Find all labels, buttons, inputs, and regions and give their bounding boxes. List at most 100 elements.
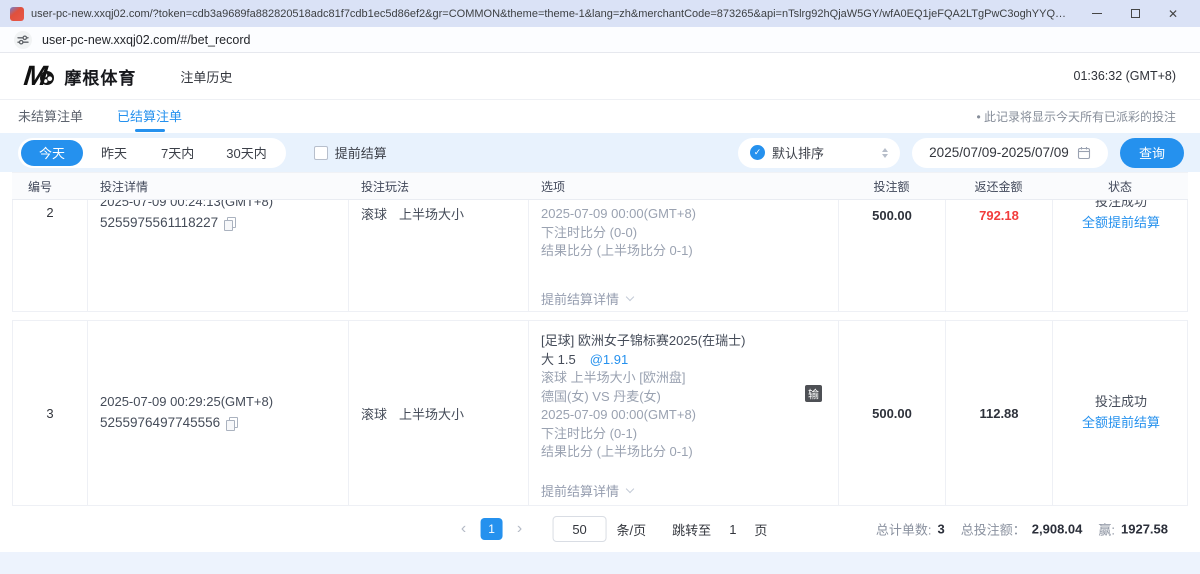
browser-tab[interactable]: user-pc-new.xxqj02.com/?token=cdb3a9689f…	[10, 7, 1078, 21]
sort-arrows-icon	[882, 148, 888, 158]
odds-value: @1.91	[590, 352, 629, 367]
lose-badge: 输	[805, 385, 822, 402]
match-time: 2025-07-09 00:00(GMT+8)	[541, 205, 826, 224]
full-early-settle-link[interactable]: 全额提前结算	[1082, 212, 1160, 234]
per-page-label: 条/页	[617, 520, 647, 539]
option-cell: 2025-07-09 00:00(GMT+8) 下注时比分 (0-0) 结果比分…	[529, 200, 839, 311]
result-score: 结果比分 (上半场比分 0-1)	[541, 443, 826, 462]
record-tabs: 未结算注单 已结算注单 • 此记录将显示今天所有已派彩的投注	[0, 100, 1200, 133]
match-time: 2025-07-09 00:00(GMT+8)	[541, 406, 826, 425]
prev-page-button[interactable]: ‹	[453, 521, 475, 537]
row-number: 3	[13, 321, 88, 505]
col-play: 投注玩法	[348, 178, 528, 195]
bet-id: 5255975561118227	[100, 212, 218, 234]
early-settle-checkbox[interactable]	[314, 146, 328, 160]
sort-select[interactable]: ✓ 默认排序	[738, 138, 900, 168]
col-no: 编号	[12, 178, 87, 195]
app-header: M 摩根体育 注单历史 01:36:32 (GMT+8)	[0, 53, 1200, 100]
copy-icon[interactable]	[226, 417, 237, 430]
pagination-bar: ‹ 1 › 条/页 跳转至 1 页 总计单数: 3 总投注额： 2,908.04…	[0, 506, 1200, 552]
calendar-icon	[1077, 146, 1091, 160]
col-stake: 投注额	[838, 178, 945, 195]
page-label: 页	[754, 520, 767, 539]
url-input[interactable]: user-pc-new.xxqj02.com/#/bet_record	[42, 33, 250, 47]
close-button[interactable]: ✕	[1154, 1, 1192, 26]
brand-name: 摩根体育	[64, 64, 136, 89]
total-stake-label: 总投注额：	[961, 520, 1026, 539]
tab-settled[interactable]: 已结算注单	[117, 100, 182, 134]
filter-yesterday[interactable]: 昨天	[83, 140, 145, 166]
table-row: 3 2025-07-09 00:29:25(GMT+8) 52559764977…	[12, 320, 1188, 506]
early-settle-detail-link[interactable]: 提前结算详情	[541, 481, 826, 500]
bet-record-table: 编号 投注详情 投注玩法 选项 投注额 返还金额 状态 2 2025-07-09…	[12, 172, 1188, 506]
check-circle-icon: ✓	[750, 145, 765, 160]
minimize-icon	[1092, 13, 1102, 14]
total-win-value: 1927.58	[1121, 522, 1168, 537]
query-button[interactable]: 查询	[1120, 138, 1184, 168]
browser-titlebar: user-pc-new.xxqj02.com/?token=cdb3a9689f…	[0, 0, 1200, 27]
col-detail: 投注详情	[87, 178, 348, 195]
play-cell: 滚球上半场大小	[349, 200, 529, 311]
early-settle-filter[interactable]: 提前结算	[314, 143, 387, 162]
status-cell: 投注成功 全额提前结算	[1053, 321, 1189, 505]
stake-amount: 500.00	[839, 321, 946, 505]
minimize-button[interactable]	[1078, 1, 1116, 26]
next-page-button[interactable]: ›	[509, 521, 531, 537]
window-title: user-pc-new.xxqj02.com/?token=cdb3a9689f…	[31, 8, 1071, 20]
nav-bet-history[interactable]: 注单历史	[180, 67, 232, 86]
filter-today[interactable]: 今天	[21, 140, 83, 166]
bet-time: 2025-07-09 00:24:13(GMT+8)	[100, 200, 336, 212]
early-settle-detail-link[interactable]: 提前结算详情	[541, 289, 826, 308]
page-1-button[interactable]: 1	[481, 518, 503, 540]
total-win-label: 赢:	[1098, 520, 1115, 539]
col-option: 选项	[528, 178, 838, 195]
total-count-label: 总计单数:	[876, 520, 932, 539]
bet-time: 2025-07-09 00:29:25(GMT+8)	[100, 394, 273, 409]
status-cell: 投注成功 全额提前结算	[1053, 200, 1189, 311]
status-text: 投注成功	[1095, 394, 1147, 409]
total-stake-value: 2,908.04	[1032, 522, 1083, 537]
col-return: 返还金额	[945, 178, 1052, 195]
bet-id: 5255976497745556	[100, 412, 220, 434]
close-icon: ✕	[1168, 8, 1178, 20]
date-range-picker[interactable]: 2025/07/09-2025/07/09	[912, 138, 1108, 168]
result-score: 结果比分 (上半场比分 0-1)	[541, 242, 826, 261]
date-quick-filter: 今天 昨天 7天内 30天内	[18, 138, 286, 168]
chevron-down-icon	[626, 484, 634, 492]
return-amount: 112.88	[946, 321, 1053, 505]
table-header: 编号 投注详情 投注玩法 选项 投注额 返还金额 状态	[12, 172, 1188, 200]
score-at-bet: 下注时比分 (0-0)	[541, 224, 826, 243]
site-info-button[interactable]	[14, 31, 32, 49]
site-favicon-icon	[10, 7, 24, 21]
totals-summary: 总计单数: 3 总投注额： 2,908.04 赢: 1927.58	[866, 520, 1168, 539]
page-size-input[interactable]	[553, 516, 607, 542]
tune-icon	[17, 34, 29, 46]
pick-line: 大 1.5@1.91	[541, 351, 826, 370]
row-number: 2	[13, 200, 88, 311]
maximize-icon	[1131, 9, 1140, 18]
maximize-button[interactable]	[1116, 1, 1154, 26]
filter-7days[interactable]: 7天内	[145, 140, 210, 166]
table-row: 2 2025-07-09 00:24:13(GMT+8) 52559755611…	[12, 200, 1188, 312]
tab-unsettled[interactable]: 未结算注单	[18, 100, 83, 134]
bet-detail-cell: 2025-07-09 00:29:25(GMT+8) 5255976497745…	[88, 321, 349, 505]
play-cell: 滚球上半场大小	[349, 321, 529, 505]
filter-bar: 今天 昨天 7天内 30天内 提前结算 ✓ 默认排序 2025/07/09-20…	[0, 133, 1200, 172]
jump-to-label: 跳转至	[672, 520, 711, 539]
score-at-bet: 下注时比分 (0-1)	[541, 425, 826, 444]
market-line: 滚球 上半场大小 [欧洲盘]	[541, 369, 826, 388]
server-clock: 01:36:32 (GMT+8)	[1074, 69, 1176, 83]
total-count-value: 3	[938, 522, 945, 537]
filter-30days[interactable]: 30天内	[210, 140, 282, 166]
league-name: [足球] 欧洲女子锦标赛2025(在瑞士)	[541, 332, 826, 351]
copy-icon[interactable]	[224, 217, 235, 230]
page-footer-strip	[0, 552, 1200, 574]
status-text: 投注成功	[1065, 200, 1177, 212]
jump-page-value[interactable]: 1	[729, 522, 736, 537]
brand-logo-icon[interactable]: M	[24, 62, 54, 90]
full-early-settle-link[interactable]: 全额提前结算	[1082, 412, 1160, 434]
address-bar: user-pc-new.xxqj02.com/#/bet_record	[0, 27, 1200, 53]
chevron-down-icon	[626, 292, 634, 300]
teams-line: 德国(女) VS 丹麦(女)	[541, 388, 826, 407]
option-cell: [足球] 欧洲女子锦标赛2025(在瑞士) 大 1.5@1.91 滚球 上半场大…	[529, 321, 839, 505]
